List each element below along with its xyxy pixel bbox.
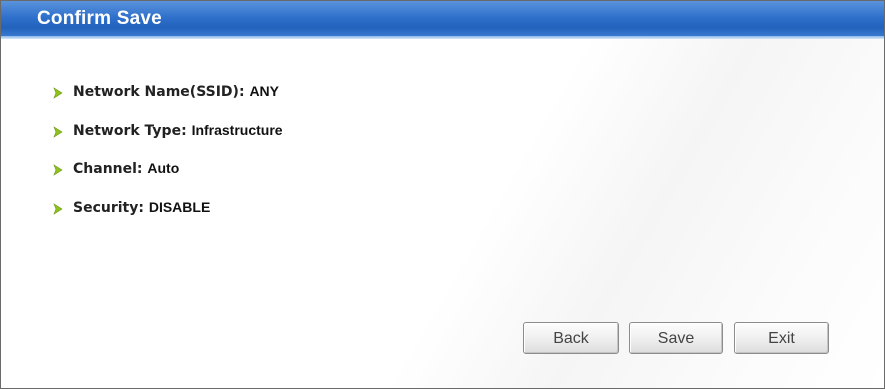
summary-item-text: Network Type: Infrastructure [73,122,283,139]
save-button[interactable]: Save [629,322,723,354]
summary-item-text: Security: DISABLE [73,199,210,216]
chevron-right-icon [53,164,63,176]
summary-label: Channel: [73,161,143,177]
summary-value: DISABLE [148,199,211,215]
title-bar: Confirm Save [1,1,884,39]
back-button[interactable]: Back [523,322,619,354]
summary-value: Infrastructure [191,122,283,138]
summary-item-text: Channel: Auto [73,160,179,177]
summary-label: Security: [73,200,144,216]
chevron-right-icon [53,87,63,99]
chevron-right-icon [53,126,63,138]
summary-value: ANY [249,83,279,99]
dialog-title: Confirm Save [37,8,162,29]
exit-button[interactable]: Exit [734,322,829,354]
summary-value: Auto [147,160,180,176]
summary-item-text: Network Name(SSID): ANY [73,83,279,100]
chevron-right-icon [53,203,63,215]
summary-label: Network Type: [73,123,187,139]
confirm-save-dialog: Confirm Save Network Name(SSID): ANY Net… [0,0,885,389]
summary-label: Network Name(SSID): [73,84,245,100]
